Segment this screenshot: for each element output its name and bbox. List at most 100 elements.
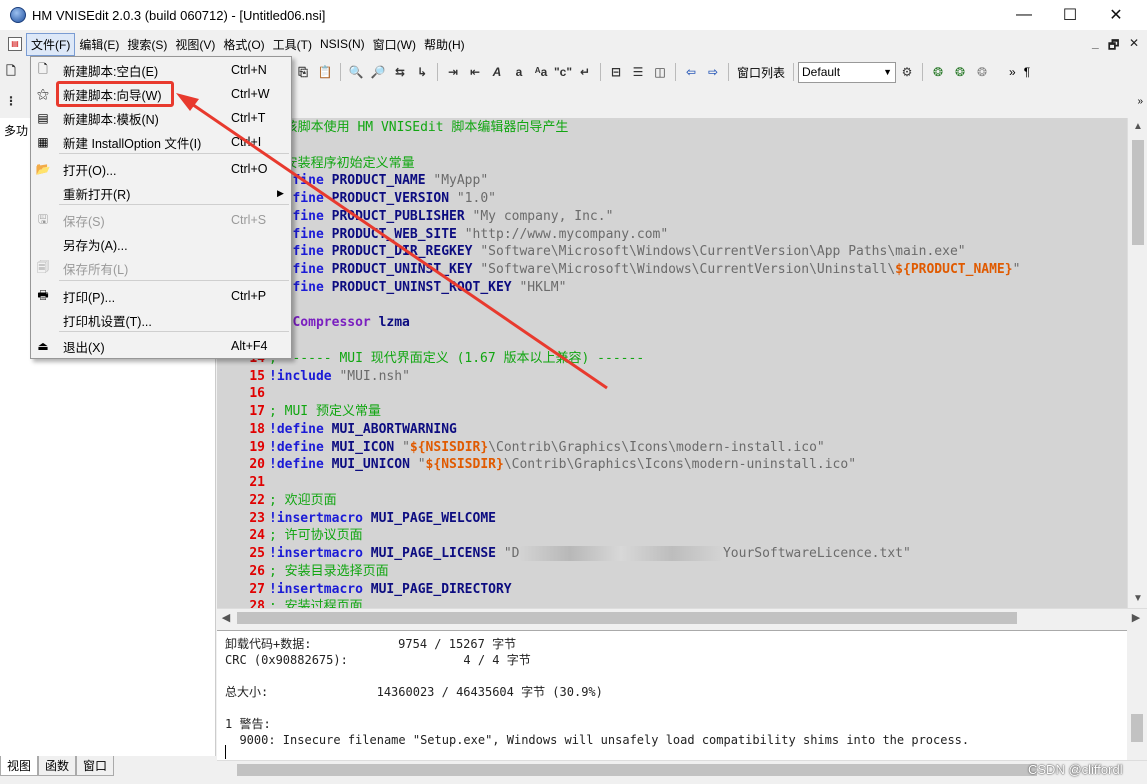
find-next-icon[interactable]: 🔎 bbox=[367, 61, 389, 83]
menu-search[interactable]: 搜索(S) bbox=[123, 34, 171, 55]
tab-functions[interactable]: 函数 bbox=[38, 756, 77, 776]
code-line[interactable]: 24; 许可协议页面 bbox=[217, 527, 362, 545]
menu-file[interactable]: 文件(F) bbox=[26, 32, 76, 56]
toolbar-more-button[interactable]: » bbox=[1005, 65, 1020, 79]
code-token: !define bbox=[269, 439, 324, 455]
menu-help[interactable]: 帮助(H) bbox=[420, 34, 469, 55]
file-menu-item[interactable]: ▦ 新建 InstallOption 文件(I) Ctrl+I bbox=[31, 130, 291, 154]
code-line[interactable]: 19 !define MUI_ICON "${NSISDIR}\Contrib\G… bbox=[217, 439, 824, 457]
uppercase-icon[interactable]: A bbox=[486, 61, 508, 83]
quote-icon[interactable]: "c" bbox=[552, 61, 574, 83]
file-menu-item[interactable]: 🗋 新建脚本:空白(E) Ctrl+N bbox=[31, 58, 291, 82]
tab-view[interactable]: 视图 bbox=[0, 756, 39, 776]
scroll-thumb[interactable] bbox=[237, 764, 1037, 776]
file-menu-item: 🗐 保存所有(L) bbox=[31, 256, 291, 280]
menu-edit[interactable]: 编辑(E) bbox=[75, 34, 123, 55]
code-line[interactable]: 27 !insertmacro MUI_PAGE_DIRECTORY bbox=[217, 581, 511, 599]
output-horizontal-scrollbar[interactable] bbox=[217, 760, 1147, 778]
menu-nsis[interactable]: NSIS(N) bbox=[316, 35, 369, 53]
code-line[interactable]: 18 !define MUI_ABORTWARNING bbox=[217, 421, 457, 439]
copy-icon[interactable]: ⎘ bbox=[292, 61, 314, 83]
char-icon[interactable]: ᴬa bbox=[530, 61, 552, 83]
find-icon[interactable]: 🔍 bbox=[345, 61, 367, 83]
scroll-up-icon[interactable]: ▲ bbox=[1128, 118, 1147, 136]
mdi-close-button[interactable]: ✕ bbox=[1129, 36, 1139, 50]
file-menu-item[interactable]: 打印机设置(T)... bbox=[31, 308, 291, 332]
run-icon[interactable]: ❂ bbox=[927, 61, 949, 83]
exit-icon: ⏏ bbox=[37, 339, 49, 353]
toolbar2-more-button[interactable]: » bbox=[1133, 96, 1147, 107]
code-line[interactable]: 21 bbox=[217, 474, 269, 492]
file-menu-item[interactable]: 🖶 打印(P)... Ctrl+P bbox=[31, 284, 291, 308]
code-line[interactable]: 26; 安装目录选择页面 bbox=[217, 563, 388, 581]
compile-run-icon[interactable]: ❂ bbox=[949, 61, 971, 83]
mdi-restore-button[interactable]: 🗗 bbox=[1108, 36, 1119, 57]
compiler-output[interactable]: 卸载代码+数据: 9754 / 15267 字节 CRC (0x90882675)… bbox=[217, 630, 1127, 760]
split-horizontal-icon[interactable]: ⊟ bbox=[605, 61, 627, 83]
file-menu-item[interactable]: ⏏ 退出(X) Alt+F4 bbox=[31, 334, 291, 358]
code-line[interactable]: 25 !insertmacro MUI_PAGE_LICENSE "D YourS… bbox=[217, 545, 911, 563]
mdi-minimize-button[interactable]: _ bbox=[1092, 36, 1099, 50]
paste-icon[interactable]: 📋 bbox=[314, 61, 336, 83]
line-number: 28 bbox=[249, 599, 265, 608]
close-button[interactable]: ✕ bbox=[1093, 0, 1139, 30]
chevron-down-icon: ▼ bbox=[883, 67, 893, 77]
new-file-icon[interactable]: 🗋 bbox=[0, 61, 22, 83]
menu-tools[interactable]: 工具(T) bbox=[269, 34, 316, 55]
code-token: ${PRODUCT_NAME} bbox=[895, 262, 1013, 277]
file-menu-item[interactable]: 另存为(A)... bbox=[31, 232, 291, 256]
code-line[interactable]: 23 !insertmacro MUI_PAGE_WELCOME bbox=[217, 510, 496, 528]
wrap-icon[interactable]: ↵ bbox=[574, 61, 596, 83]
code-token: "Software\Microsoft\Windows\CurrentVersi… bbox=[480, 244, 966, 260]
menu-format[interactable]: 格式(O) bbox=[219, 34, 268, 55]
code-line[interactable]: !define PRODUCT_UNINST_KEY "Software\Mic… bbox=[217, 261, 1020, 279]
scroll-left-icon[interactable]: ◀ bbox=[217, 609, 235, 627]
toolbar-separator bbox=[675, 63, 676, 81]
output-vertical-scrollbar[interactable] bbox=[1127, 630, 1147, 760]
editor-vertical-scrollbar[interactable]: ▲ ▼ bbox=[1127, 118, 1147, 608]
code-token: MUI_PAGE_WELCOME bbox=[362, 510, 496, 526]
code-line[interactable]: 28 ; 安装过程页面 bbox=[217, 598, 362, 608]
code-line[interactable]: 20 !define MUI_UNICON "${NSISDIR}\Contrib… bbox=[217, 456, 856, 474]
indent-icon[interactable]: ⇥ bbox=[442, 61, 464, 83]
style-combo[interactable]: Default ▼ bbox=[798, 61, 897, 83]
pilcrow-button[interactable]: ¶ bbox=[1020, 65, 1034, 79]
scroll-thumb[interactable] bbox=[237, 612, 1017, 624]
window-list-button[interactable]: 窗口列表 bbox=[733, 64, 789, 81]
file-menu-item[interactable]: 📂 打开(O)... Ctrl+O bbox=[31, 157, 291, 181]
split-equal-icon[interactable]: ☰ bbox=[627, 61, 649, 83]
back-arrow-icon[interactable]: ⇦ bbox=[680, 61, 702, 83]
code-line[interactable]: 17 ; MUI 预定义常量 bbox=[217, 403, 381, 421]
minimize-button[interactable]: — bbox=[1001, 0, 1047, 30]
split-vertical-icon[interactable]: ◫ bbox=[649, 61, 671, 83]
scroll-right-icon[interactable]: ▶ bbox=[1127, 609, 1145, 627]
code-line[interactable]: !define PRODUCT_DIR_REGKEY "Software\Mic… bbox=[217, 243, 966, 261]
forward-arrow-icon[interactable]: ⇨ bbox=[702, 61, 724, 83]
lowercase-icon[interactable]: a bbox=[508, 61, 530, 83]
scroll-thumb[interactable] bbox=[1131, 714, 1143, 742]
file-menu-item[interactable]: ▤ 新建脚本:模板(N) Ctrl+T bbox=[31, 106, 291, 130]
maximize-button[interactable]: ☐ bbox=[1047, 0, 1093, 30]
compile-icon[interactable]: ⚙ bbox=[896, 61, 918, 83]
scroll-down-icon[interactable]: ▼ bbox=[1128, 590, 1147, 608]
new-blank-icon: 🗋 bbox=[38, 61, 48, 76]
code-line[interactable]: 22; 欢迎页面 bbox=[217, 492, 336, 510]
replace-icon[interactable]: ⇆ bbox=[389, 61, 411, 83]
test-icon[interactable]: ❂ bbox=[971, 61, 993, 83]
template-icon: ▤ bbox=[37, 111, 49, 125]
tab-windows[interactable]: 窗口 bbox=[76, 756, 115, 776]
scroll-thumb[interactable] bbox=[1132, 140, 1144, 245]
document-icon[interactable]: ▤ bbox=[8, 37, 22, 51]
code-line[interactable]: 15 !include "MUI.nsh" bbox=[217, 368, 410, 386]
code-editor[interactable]: ; 该脚本使用 HM VNISEdit 脚本编辑器向导产生; 安装程序初始定义常… bbox=[217, 118, 1127, 608]
menu-window[interactable]: 窗口(W) bbox=[369, 34, 420, 55]
goto-icon[interactable]: ↳ bbox=[411, 61, 433, 83]
outdent-icon[interactable]: ⇤ bbox=[464, 61, 486, 83]
file-menu-item[interactable]: 重新打开(R) ▶ bbox=[31, 181, 291, 205]
menu-view[interactable]: 视图(V) bbox=[171, 34, 219, 55]
code-token: lzma bbox=[370, 315, 410, 331]
line-number: 18 bbox=[249, 421, 265, 437]
wizard-icon: ⚝ bbox=[37, 86, 49, 101]
editor-horizontal-scrollbar[interactable]: ◀ ▶ bbox=[217, 608, 1147, 626]
code-line[interactable]: 16 bbox=[217, 385, 269, 403]
